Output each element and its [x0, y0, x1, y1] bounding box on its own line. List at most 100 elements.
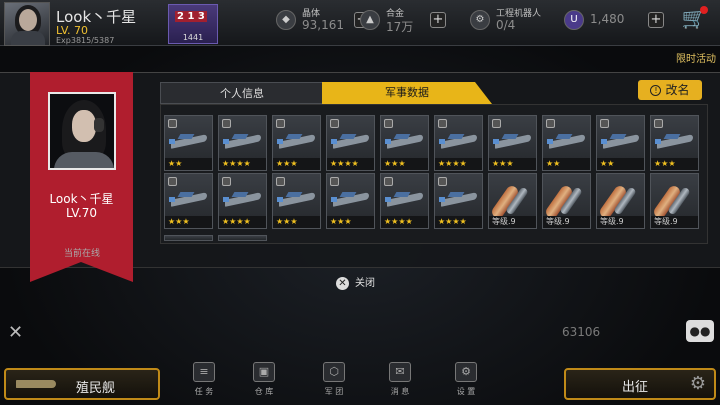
ship-card[interactable]: ★★★★ — [218, 115, 267, 171]
ship-card[interactable]: ★★★★ — [326, 115, 375, 171]
rename-button[interactable]: ! 改名 — [638, 80, 702, 100]
robot-icon: ⚙ — [470, 10, 490, 30]
ship-card[interactable]: ★★ — [164, 115, 213, 171]
ship-type-icon — [222, 177, 231, 186]
profile-name: Look丶千星 — [49, 192, 114, 206]
module-card[interactable]: 等级.9 — [542, 173, 591, 229]
ship-type-icon — [276, 119, 285, 128]
ship-icon — [223, 190, 263, 208]
nav-message[interactable]: ✉ 消 息 — [372, 360, 428, 402]
ship-icon — [277, 132, 317, 150]
ship-card[interactable]: ★★★ — [164, 173, 213, 229]
add-u-currency-button[interactable]: + — [648, 12, 664, 28]
resource-alloy: ▲ 合金 17万 + — [360, 6, 450, 40]
ship-card[interactable] — [164, 235, 213, 241]
ship-card[interactable]: ★★★★ — [380, 173, 429, 229]
ship-card[interactable]: ★★★ — [272, 115, 321, 171]
ship-stars: ★★★ — [651, 158, 698, 170]
ship-stars: ★★★ — [165, 216, 212, 228]
ship-type-icon — [276, 177, 285, 186]
u-currency-icon: U — [564, 10, 584, 30]
ship-icon — [331, 190, 371, 208]
ship-card[interactable]: ★★★★ — [434, 115, 483, 171]
ship-icon — [547, 132, 587, 150]
ship-icon — [331, 132, 371, 150]
ship-stars: ★★★★ — [219, 216, 266, 228]
nav-legion[interactable]: ⬡ 军 团 — [306, 360, 362, 402]
ship-stars: ★★★ — [327, 216, 374, 228]
ship-stars: ★★★★ — [381, 216, 428, 228]
ship-type-icon — [168, 177, 177, 186]
nav-warehouse[interactable]: ▣ 仓 库 — [236, 360, 292, 402]
power-value: 63106 — [562, 325, 601, 339]
ship-card[interactable]: ★★★ — [650, 115, 699, 171]
ship-stars: ★★ — [165, 158, 212, 170]
ship-card[interactable]: ★★★ — [272, 173, 321, 229]
ship-card[interactable]: ★★★★ — [218, 173, 267, 229]
ship-card[interactable]: ★★★ — [380, 115, 429, 171]
resource-u-currency: U 1,480 + — [564, 6, 674, 40]
tab-personal-info[interactable]: 个人信息 — [160, 82, 324, 104]
top-bar: Look丶千星 LV. 70 Exp3815/5387 2 1 3 1441 ◆… — [0, 0, 720, 46]
game-screen: Look丶千星 LV. 70 Exp3815/5387 2 1 3 1441 ◆… — [0, 0, 720, 405]
ship-icon — [385, 190, 425, 208]
ship-type-icon — [438, 119, 447, 128]
ship-type-icon — [600, 119, 609, 128]
nav-settings[interactable]: ⚙ 设 置 — [438, 360, 494, 402]
ship-type-icon — [384, 119, 393, 128]
nav-task[interactable]: ≡ 任 务 — [176, 360, 232, 402]
module-level: 等级.9 — [543, 216, 590, 228]
chat-button[interactable]: ●● — [686, 320, 714, 342]
ship-type-icon — [168, 119, 177, 128]
ship-card[interactable]: ★★ — [542, 115, 591, 171]
ship-type-icon — [222, 119, 231, 128]
military-grid: ★★ ★★★★ ★★★ ★★★★ ★★★ ★★★★ ★★★ ★★ ★★ ★★★ ★★★ ★★★★ ★★★… — [160, 104, 708, 244]
add-alloy-button[interactable]: + — [430, 12, 446, 28]
ship-icon — [439, 132, 479, 150]
ship-type-icon — [492, 119, 501, 128]
ship-icon — [169, 132, 209, 150]
ship-stars: ★★★★ — [219, 158, 266, 170]
player-exp: Exp3815/5387 — [56, 36, 115, 45]
avatar[interactable] — [4, 2, 50, 46]
ship-card[interactable]: ★★★ — [488, 115, 537, 171]
ship-stars: ★★ — [597, 158, 644, 170]
ship-stars: ★★★ — [489, 158, 536, 170]
limited-event-label[interactable]: 限时活动 — [640, 50, 716, 70]
rank-box[interactable]: 2 1 3 1441 — [168, 4, 218, 44]
profile-level: LV.70 — [65, 206, 98, 220]
ship-icon — [439, 190, 479, 208]
ship-type-icon — [546, 119, 555, 128]
tab-military-data[interactable]: 军事数据 — [322, 82, 492, 104]
shop-cart-icon[interactable]: 🛒 — [680, 6, 708, 36]
info-icon: ! — [650, 85, 662, 96]
legion-icon: ⬡ — [323, 362, 345, 382]
resource-robot: ⚙ 工程机器人 0/4 — [470, 6, 560, 40]
ship-type-icon — [438, 177, 447, 186]
colony-ship-icon — [16, 380, 56, 388]
alloy-icon: ▲ — [360, 10, 380, 30]
online-status: 当前在线 — [63, 249, 100, 259]
ship-card[interactable]: ★★★ — [326, 173, 375, 229]
ship-stars: ★★★ — [273, 158, 320, 170]
ship-card[interactable]: ★★★★ — [434, 173, 483, 229]
portrait — [48, 92, 116, 170]
module-card[interactable]: 等级.9 — [488, 173, 537, 229]
bottom-nav: ≡ 任 务 ▣ 仓 库 ⬡ 军 团 ✉ 消 息 ⚙ 设 置 — [176, 360, 512, 402]
module-card[interactable]: 等级.9 — [596, 173, 645, 229]
ship-type-icon — [384, 177, 393, 186]
ship-type-icon — [330, 177, 339, 186]
close-button[interactable]: ✕ 关闭 — [336, 274, 396, 290]
ship-icon — [655, 132, 695, 150]
wrench-icon[interactable]: ✕ — [8, 322, 23, 343]
ship-card[interactable]: ★★ — [596, 115, 645, 171]
module-card[interactable]: 等级.9 — [650, 173, 699, 229]
ship-icon — [169, 190, 209, 208]
resource-crystal: ◆ 晶体 93,161 + — [276, 6, 370, 40]
ship-type-icon — [654, 119, 663, 128]
ship-icon — [223, 132, 263, 150]
colony-ship-button[interactable]: 殖民舰 — [4, 368, 160, 400]
ship-card[interactable] — [218, 235, 267, 241]
deploy-button[interactable]: 出征 ⚙ — [564, 368, 716, 400]
profile-banner: Look丶千星 LV.70 — [30, 72, 133, 282]
